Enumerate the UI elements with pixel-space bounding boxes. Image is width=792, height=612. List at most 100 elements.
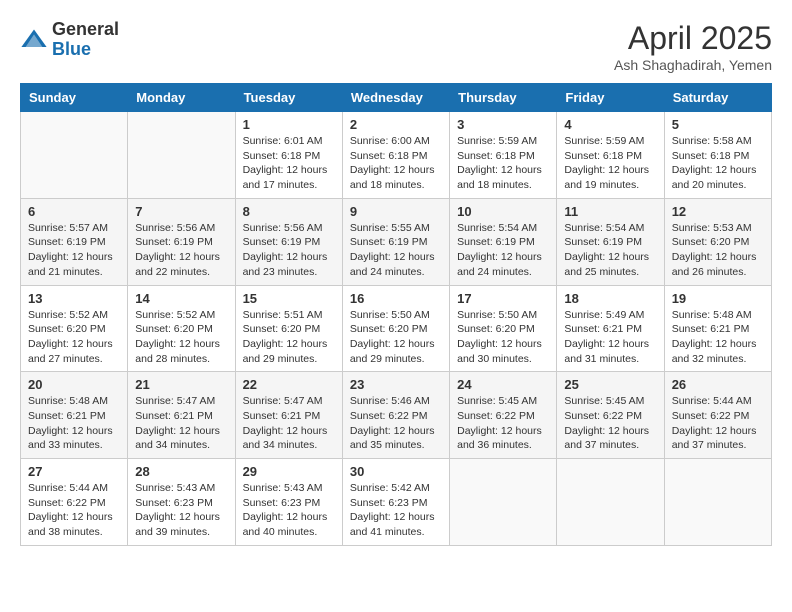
- calendar-cell: 1 Sunrise: 6:01 AMSunset: 6:18 PMDaylight…: [235, 112, 342, 199]
- day-number: 7: [135, 204, 227, 219]
- calendar-cell: 25Sunrise: 5:45 AMSunset: 6:22 PMDayligh…: [557, 372, 664, 459]
- calendar-cell: 29Sunrise: 5:43 AMSunset: 6:23 PMDayligh…: [235, 459, 342, 546]
- day-info: Sunrise: 5:48 AMSunset: 6:21 PMDaylight:…: [28, 394, 120, 453]
- weekday-header: Sunday: [21, 84, 128, 112]
- weekday-header: Wednesday: [342, 84, 449, 112]
- day-number: 30: [350, 464, 442, 479]
- day-number: 2: [350, 117, 442, 132]
- day-info: Sunrise: 5:48 AMSunset: 6:21 PMDaylight:…: [672, 308, 764, 367]
- weekday-header: Friday: [557, 84, 664, 112]
- day-number: 10: [457, 204, 549, 219]
- calendar-cell: 19 Sunrise: 5:48 AMSunset: 6:21 PMDayligh…: [664, 285, 771, 372]
- day-number: 23: [350, 377, 442, 392]
- day-number: 22: [243, 377, 335, 392]
- calendar-cell: 24 Sunrise: 5:45 AMSunset: 6:22 PMDayligh…: [450, 372, 557, 459]
- calendar-cell: 14Sunrise: 5:52 AMSunset: 6:20 PMDayligh…: [128, 285, 235, 372]
- day-info: Sunrise: 5:52 AMSunset: 6:20 PMDaylight:…: [28, 308, 120, 367]
- calendar-cell: 13 Sunrise: 5:52 AMSunset: 6:20 PMDayligh…: [21, 285, 128, 372]
- day-number: 21: [135, 377, 227, 392]
- day-number: 16: [350, 291, 442, 306]
- day-info: Sunrise: 5:57 AMSunset: 6:19 PMDaylight:…: [28, 221, 120, 280]
- day-info: Sunrise: 5:59 AMSunset: 6:18 PMDaylight:…: [457, 134, 549, 193]
- calendar-week-row: 27 Sunrise: 5:44 AMSunset: 6:22 PMDayligh…: [21, 459, 772, 546]
- day-number: 25: [564, 377, 656, 392]
- logo-blue-text: Blue: [52, 40, 119, 60]
- calendar-cell: 30Sunrise: 5:42 AMSunset: 6:23 PMDayligh…: [342, 459, 449, 546]
- day-info: Sunrise: 5:44 AMSunset: 6:22 PMDaylight:…: [28, 481, 120, 540]
- calendar-cell: 7Sunrise: 5:56 AMSunset: 6:19 PMDaylight…: [128, 198, 235, 285]
- day-info: Sunrise: 5:50 AMSunset: 6:20 PMDaylight:…: [457, 308, 549, 367]
- day-info: Sunrise: 5:45 AMSunset: 6:22 PMDaylight:…: [457, 394, 549, 453]
- calendar-cell: [450, 459, 557, 546]
- day-number: 18: [564, 291, 656, 306]
- calendar-cell: 4Sunrise: 5:59 AMSunset: 6:18 PMDaylight…: [557, 112, 664, 199]
- day-number: 11: [564, 204, 656, 219]
- calendar-cell: 28 Sunrise: 5:43 AMSunset: 6:23 PMDayligh…: [128, 459, 235, 546]
- day-number: 20: [28, 377, 120, 392]
- calendar-cell: 6 Sunrise: 5:57 AMSunset: 6:19 PMDaylight…: [21, 198, 128, 285]
- calendar-cell: 2 Sunrise: 6:00 AMSunset: 6:18 PMDaylight…: [342, 112, 449, 199]
- calendar-cell: 20 Sunrise: 5:48 AMSunset: 6:21 PMDayligh…: [21, 372, 128, 459]
- calendar-week-row: 13 Sunrise: 5:52 AMSunset: 6:20 PMDayligh…: [21, 285, 772, 372]
- day-number: 28: [135, 464, 227, 479]
- day-info: Sunrise: 5:43 AMSunset: 6:23 PMDaylight:…: [243, 481, 335, 540]
- calendar-cell: 17 Sunrise: 5:50 AMSunset: 6:20 PMDayligh…: [450, 285, 557, 372]
- calendar-cell: 12 Sunrise: 5:53 AMSunset: 6:20 PMDayligh…: [664, 198, 771, 285]
- day-info: Sunrise: 5:56 AMSunset: 6:19 PMDaylight:…: [243, 221, 335, 280]
- day-info: Sunrise: 5:47 AMSunset: 6:21 PMDaylight:…: [135, 394, 227, 453]
- calendar-cell: 21 Sunrise: 5:47 AMSunset: 6:21 PMDayligh…: [128, 372, 235, 459]
- logo-icon: [20, 26, 48, 54]
- day-number: 4: [564, 117, 656, 132]
- day-info: Sunrise: 6:00 AMSunset: 6:18 PMDaylight:…: [350, 134, 442, 193]
- day-info: Sunrise: 5:47 AMSunset: 6:21 PMDaylight:…: [243, 394, 335, 453]
- calendar-cell: 8 Sunrise: 5:56 AMSunset: 6:19 PMDaylight…: [235, 198, 342, 285]
- calendar-cell: 23 Sunrise: 5:46 AMSunset: 6:22 PMDayligh…: [342, 372, 449, 459]
- calendar-week-row: 1 Sunrise: 6:01 AMSunset: 6:18 PMDaylight…: [21, 112, 772, 199]
- calendar-cell: 11 Sunrise: 5:54 AMSunset: 6:19 PMDayligh…: [557, 198, 664, 285]
- day-number: 6: [28, 204, 120, 219]
- day-number: 12: [672, 204, 764, 219]
- day-number: 27: [28, 464, 120, 479]
- calendar-cell: 22 Sunrise: 5:47 AMSunset: 6:21 PMDayligh…: [235, 372, 342, 459]
- day-number: 1: [243, 117, 335, 132]
- day-info: Sunrise: 5:49 AMSunset: 6:21 PMDaylight:…: [564, 308, 656, 367]
- day-info: Sunrise: 5:44 AMSunset: 6:22 PMDaylight:…: [672, 394, 764, 453]
- logo-text: General Blue: [52, 20, 119, 60]
- calendar-cell: 18 Sunrise: 5:49 AMSunset: 6:21 PMDayligh…: [557, 285, 664, 372]
- calendar-cell: 27 Sunrise: 5:44 AMSunset: 6:22 PMDayligh…: [21, 459, 128, 546]
- day-info: Sunrise: 5:43 AMSunset: 6:23 PMDaylight:…: [135, 481, 227, 540]
- day-info: Sunrise: 5:52 AMSunset: 6:20 PMDaylight:…: [135, 308, 227, 367]
- calendar-cell: [664, 459, 771, 546]
- day-info: Sunrise: 5:51 AMSunset: 6:20 PMDaylight:…: [243, 308, 335, 367]
- day-info: Sunrise: 5:50 AMSunset: 6:20 PMDaylight:…: [350, 308, 442, 367]
- day-number: 24: [457, 377, 549, 392]
- day-info: Sunrise: 5:54 AMSunset: 6:19 PMDaylight:…: [457, 221, 549, 280]
- day-number: 17: [457, 291, 549, 306]
- calendar-cell: 26Sunrise: 5:44 AMSunset: 6:22 PMDayligh…: [664, 372, 771, 459]
- day-info: Sunrise: 5:55 AMSunset: 6:19 PMDaylight:…: [350, 221, 442, 280]
- weekday-header: Thursday: [450, 84, 557, 112]
- weekday-header: Tuesday: [235, 84, 342, 112]
- weekday-header-row: SundayMondayTuesdayWednesdayThursdayFrid…: [21, 84, 772, 112]
- day-number: 3: [457, 117, 549, 132]
- location: Ash Shaghadirah, Yemen: [614, 57, 772, 73]
- day-number: 8: [243, 204, 335, 219]
- logo: General Blue: [20, 20, 119, 60]
- title-section: April 2025 Ash Shaghadirah, Yemen: [614, 20, 772, 73]
- day-number: 13: [28, 291, 120, 306]
- calendar-cell: [21, 112, 128, 199]
- calendar-cell: 15 Sunrise: 5:51 AMSunset: 6:20 PMDayligh…: [235, 285, 342, 372]
- day-info: Sunrise: 5:54 AMSunset: 6:19 PMDaylight:…: [564, 221, 656, 280]
- day-number: 5: [672, 117, 764, 132]
- header: General Blue April 2025 Ash Shaghadirah,…: [20, 20, 772, 73]
- calendar-cell: [557, 459, 664, 546]
- day-info: Sunrise: 6:01 AMSunset: 6:18 PMDaylight:…: [243, 134, 335, 193]
- day-info: Sunrise: 5:46 AMSunset: 6:22 PMDaylight:…: [350, 394, 442, 453]
- day-number: 19: [672, 291, 764, 306]
- calendar-cell: [128, 112, 235, 199]
- calendar-cell: 10 Sunrise: 5:54 AMSunset: 6:19 PMDayligh…: [450, 198, 557, 285]
- month-year: April 2025: [614, 20, 772, 57]
- day-number: 15: [243, 291, 335, 306]
- day-info: Sunrise: 5:53 AMSunset: 6:20 PMDaylight:…: [672, 221, 764, 280]
- calendar-cell: 16 Sunrise: 5:50 AMSunset: 6:20 PMDayligh…: [342, 285, 449, 372]
